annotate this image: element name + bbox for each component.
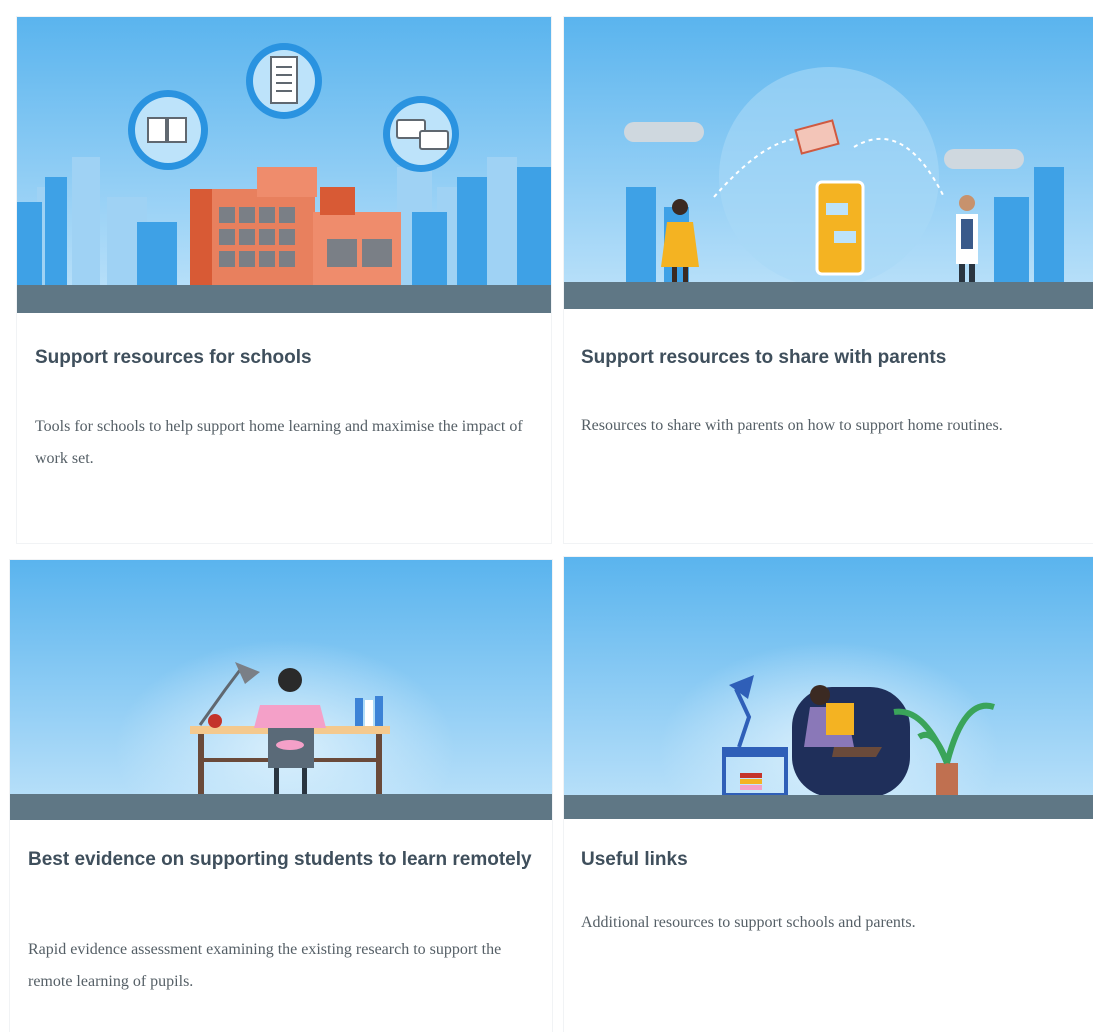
card-best-evidence[interactable]: Best evidence on supporting students to … bbox=[10, 560, 552, 1032]
card-title[interactable]: Useful links bbox=[581, 843, 1081, 877]
card-title[interactable]: Support resources to share with parents bbox=[581, 341, 1086, 375]
reading-chair-illustration bbox=[564, 557, 1093, 819]
parents-illustration bbox=[564, 17, 1093, 309]
card-description: Rapid evidence assessment examining the … bbox=[28, 941, 502, 990]
school-illustration bbox=[17, 17, 551, 313]
card-useful-links[interactable]: Useful links Additional resources to sup… bbox=[564, 557, 1093, 1032]
card-parent-resources[interactable]: Support resources to share with parents … bbox=[564, 17, 1093, 543]
card-title[interactable]: Support resources for schools bbox=[35, 341, 535, 375]
card-description: Additional resources to support schools … bbox=[581, 914, 916, 931]
card-description: Resources to share with parents on how t… bbox=[581, 417, 1003, 434]
card-title[interactable]: Best evidence on supporting students to … bbox=[28, 843, 538, 877]
card-description: Tools for schools to help support home l… bbox=[35, 418, 523, 467]
card-school-resources[interactable]: Support resources for schools Tools for … bbox=[17, 17, 551, 543]
student-desk-illustration bbox=[10, 560, 552, 820]
